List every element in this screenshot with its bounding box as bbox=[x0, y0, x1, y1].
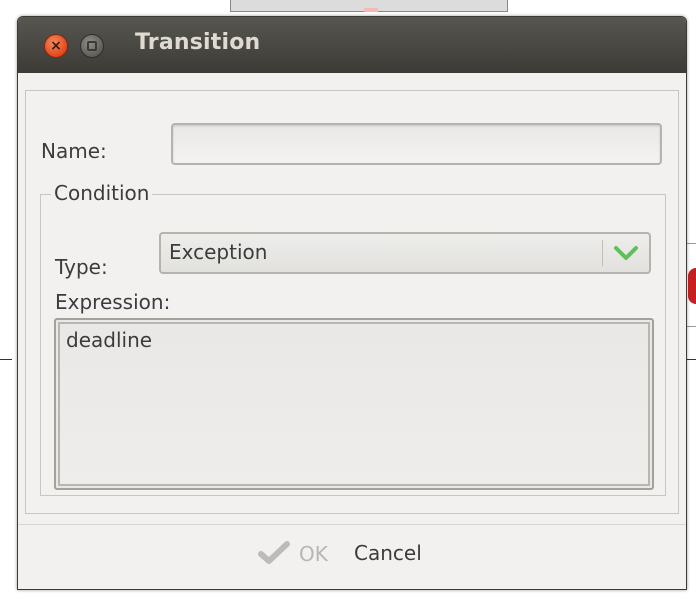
title-bar[interactable]: × Transition bbox=[18, 17, 686, 73]
background-marker bbox=[364, 8, 378, 12]
name-label: Name: bbox=[41, 139, 107, 163]
transition-dialog: × Transition Name: Condition Type: Excep… bbox=[17, 16, 687, 590]
type-dropdown[interactable]: Exception bbox=[159, 232, 651, 274]
condition-legend: Condition bbox=[51, 181, 153, 205]
background-red-node bbox=[688, 268, 696, 304]
type-selected-value: Exception bbox=[169, 240, 268, 264]
expression-label: Expression: bbox=[55, 290, 171, 314]
checkmark-icon bbox=[258, 541, 290, 564]
background-connector-line-right bbox=[686, 359, 696, 360]
expression-textarea[interactable]: deadline bbox=[58, 322, 650, 486]
close-icon[interactable]: × bbox=[44, 34, 68, 58]
background-connector-line bbox=[0, 359, 12, 360]
ok-button[interactable]: OK bbox=[256, 535, 336, 571]
chevron-down-icon[interactable] bbox=[613, 242, 639, 264]
maximize-glyph bbox=[87, 41, 97, 51]
condition-group: Condition Type: Exception Expression: de… bbox=[40, 181, 666, 496]
dropdown-separator bbox=[602, 240, 603, 266]
ok-label: OK bbox=[299, 542, 328, 566]
screen: × Transition Name: Condition Type: Excep… bbox=[0, 0, 696, 602]
name-field[interactable] bbox=[171, 123, 662, 165]
type-label: Type: bbox=[55, 255, 108, 279]
expression-frame: deadline bbox=[54, 318, 654, 490]
dialog-content: Name: Condition Type: Exception Expressi… bbox=[25, 90, 679, 514]
cancel-button[interactable]: Cancel bbox=[354, 535, 454, 571]
footer-divider bbox=[18, 524, 686, 525]
close-glyph: × bbox=[50, 38, 62, 54]
dialog-title: Transition bbox=[135, 30, 261, 55]
maximize-icon[interactable] bbox=[80, 34, 104, 58]
